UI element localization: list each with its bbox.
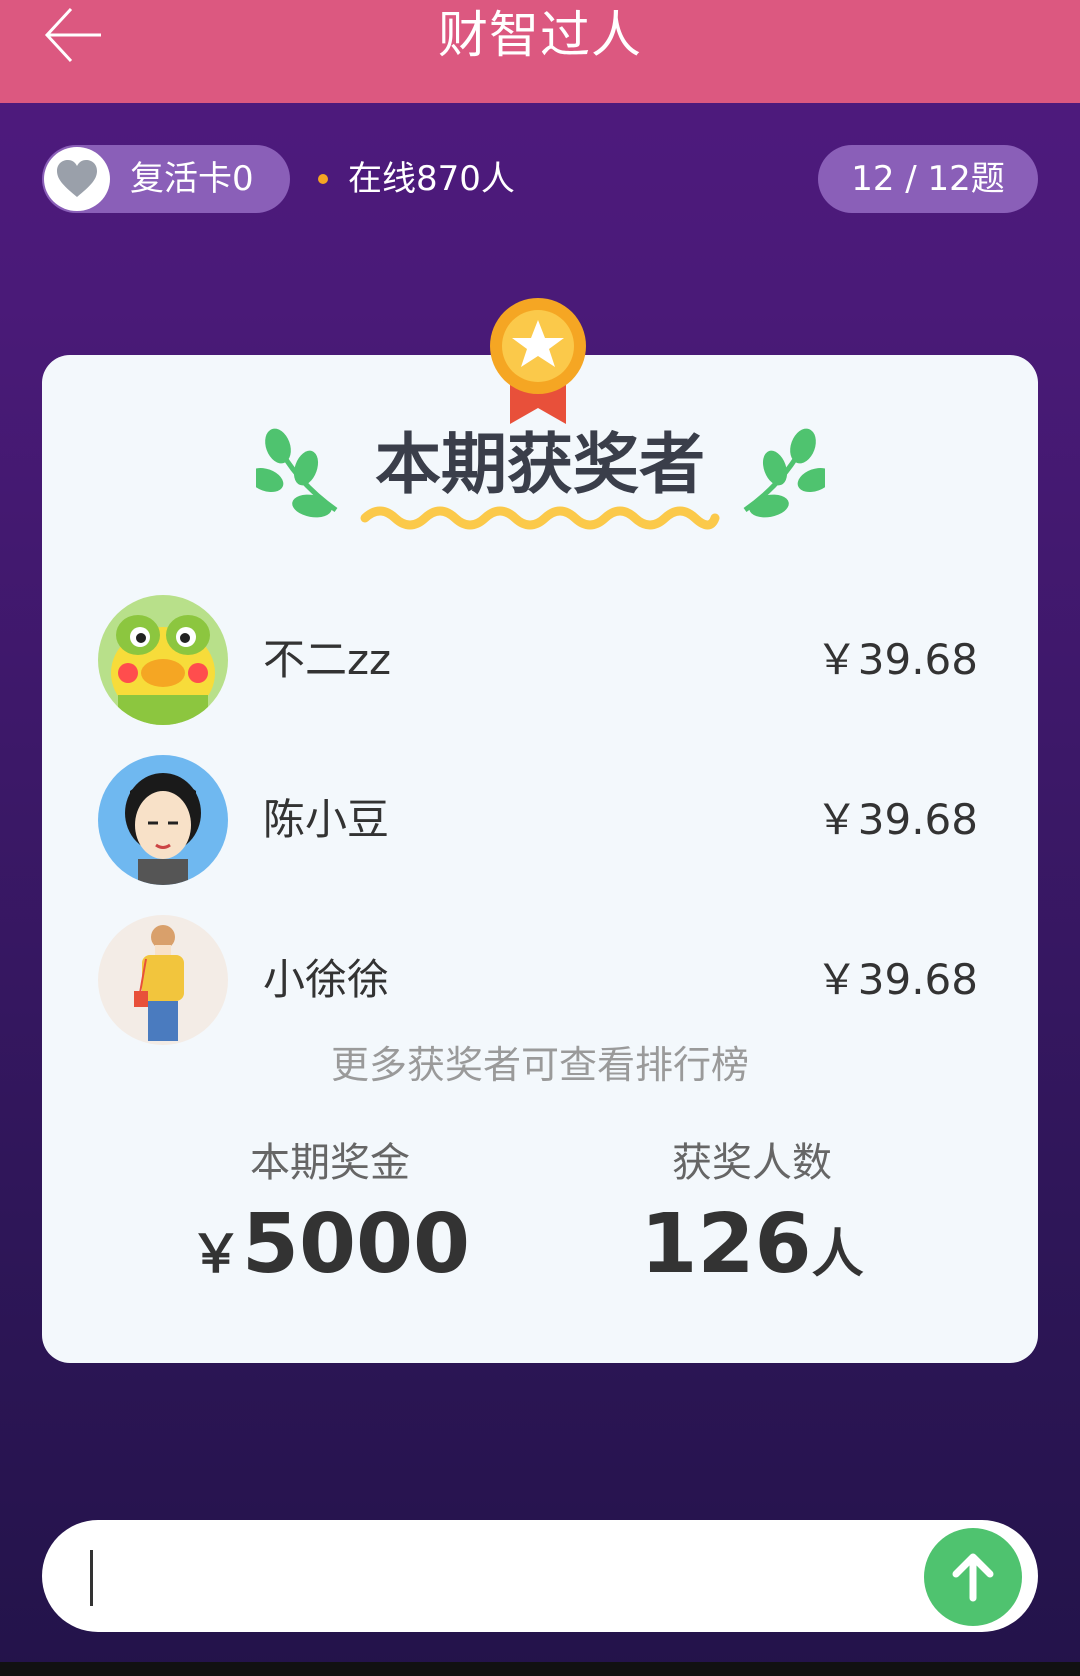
winner-amount: ￥39.68 (815, 635, 978, 684)
winner-count-value: 126人 (542, 1195, 962, 1295)
page-title: 财智过人 (438, 6, 642, 64)
winner-amount: ￥39.68 (815, 955, 978, 1004)
girl-illustration-avatar (98, 915, 228, 1045)
top-bar: 财智过人 (0, 0, 1080, 103)
frog-avatar-icon (98, 595, 228, 725)
winner-row[interactable]: 小徐徐 ￥39.68 (98, 915, 978, 1045)
bottom-edge (0, 1662, 1080, 1676)
winner-amount: ￥39.68 (815, 795, 978, 844)
question-progress-badge: 12 / 12题 (818, 145, 1038, 213)
prize-amount: 5000 (241, 1197, 471, 1292)
revive-card-label: 复活卡0 (130, 159, 254, 199)
leaderboard-hint[interactable]: 更多获奖者可查看排行榜 (0, 1040, 1080, 1090)
online-count-label: 在线870人 (348, 159, 515, 199)
revive-card-badge[interactable]: 复活卡0 (42, 145, 290, 213)
prize-currency: ￥ (189, 1225, 242, 1285)
winner-row[interactable]: 陈小豆 ￥39.68 (98, 755, 978, 885)
prize-pool-value: ￥5000 (120, 1195, 540, 1295)
arrow-up-icon (952, 1553, 994, 1602)
cartoon-man-avatar-icon (98, 755, 228, 885)
cartoon-man-avatar (98, 755, 228, 885)
winner-row[interactable]: 不二zz ￥39.68 (98, 595, 978, 725)
frog-avatar (98, 595, 228, 725)
online-dot-icon (318, 174, 328, 184)
chat-input-bar (42, 1520, 1038, 1632)
winner-count-unit: 人 (811, 1225, 864, 1285)
medal-icon (490, 298, 586, 424)
online-count: 在线870人 (318, 145, 515, 213)
heart-icon (57, 160, 97, 197)
send-button[interactable] (924, 1528, 1022, 1626)
winners-heading: 本期获奖者 (375, 426, 705, 503)
girl-illustration-avatar-icon (98, 915, 228, 1045)
chat-input[interactable] (82, 1540, 906, 1614)
prize-pool-label: 本期奖金 (250, 1140, 410, 1186)
text-caret (90, 1550, 93, 1606)
winner-name: 陈小豆 (263, 795, 390, 844)
winner-name: 不二zz (263, 635, 392, 684)
winner-count: 126 (640, 1197, 812, 1292)
wave-underline-icon (360, 506, 720, 530)
winner-count-label: 获奖人数 (672, 1140, 832, 1186)
laurel-right-icon (743, 428, 825, 518)
heart-icon-container (44, 147, 110, 211)
winner-name: 小徐徐 (263, 955, 390, 1004)
